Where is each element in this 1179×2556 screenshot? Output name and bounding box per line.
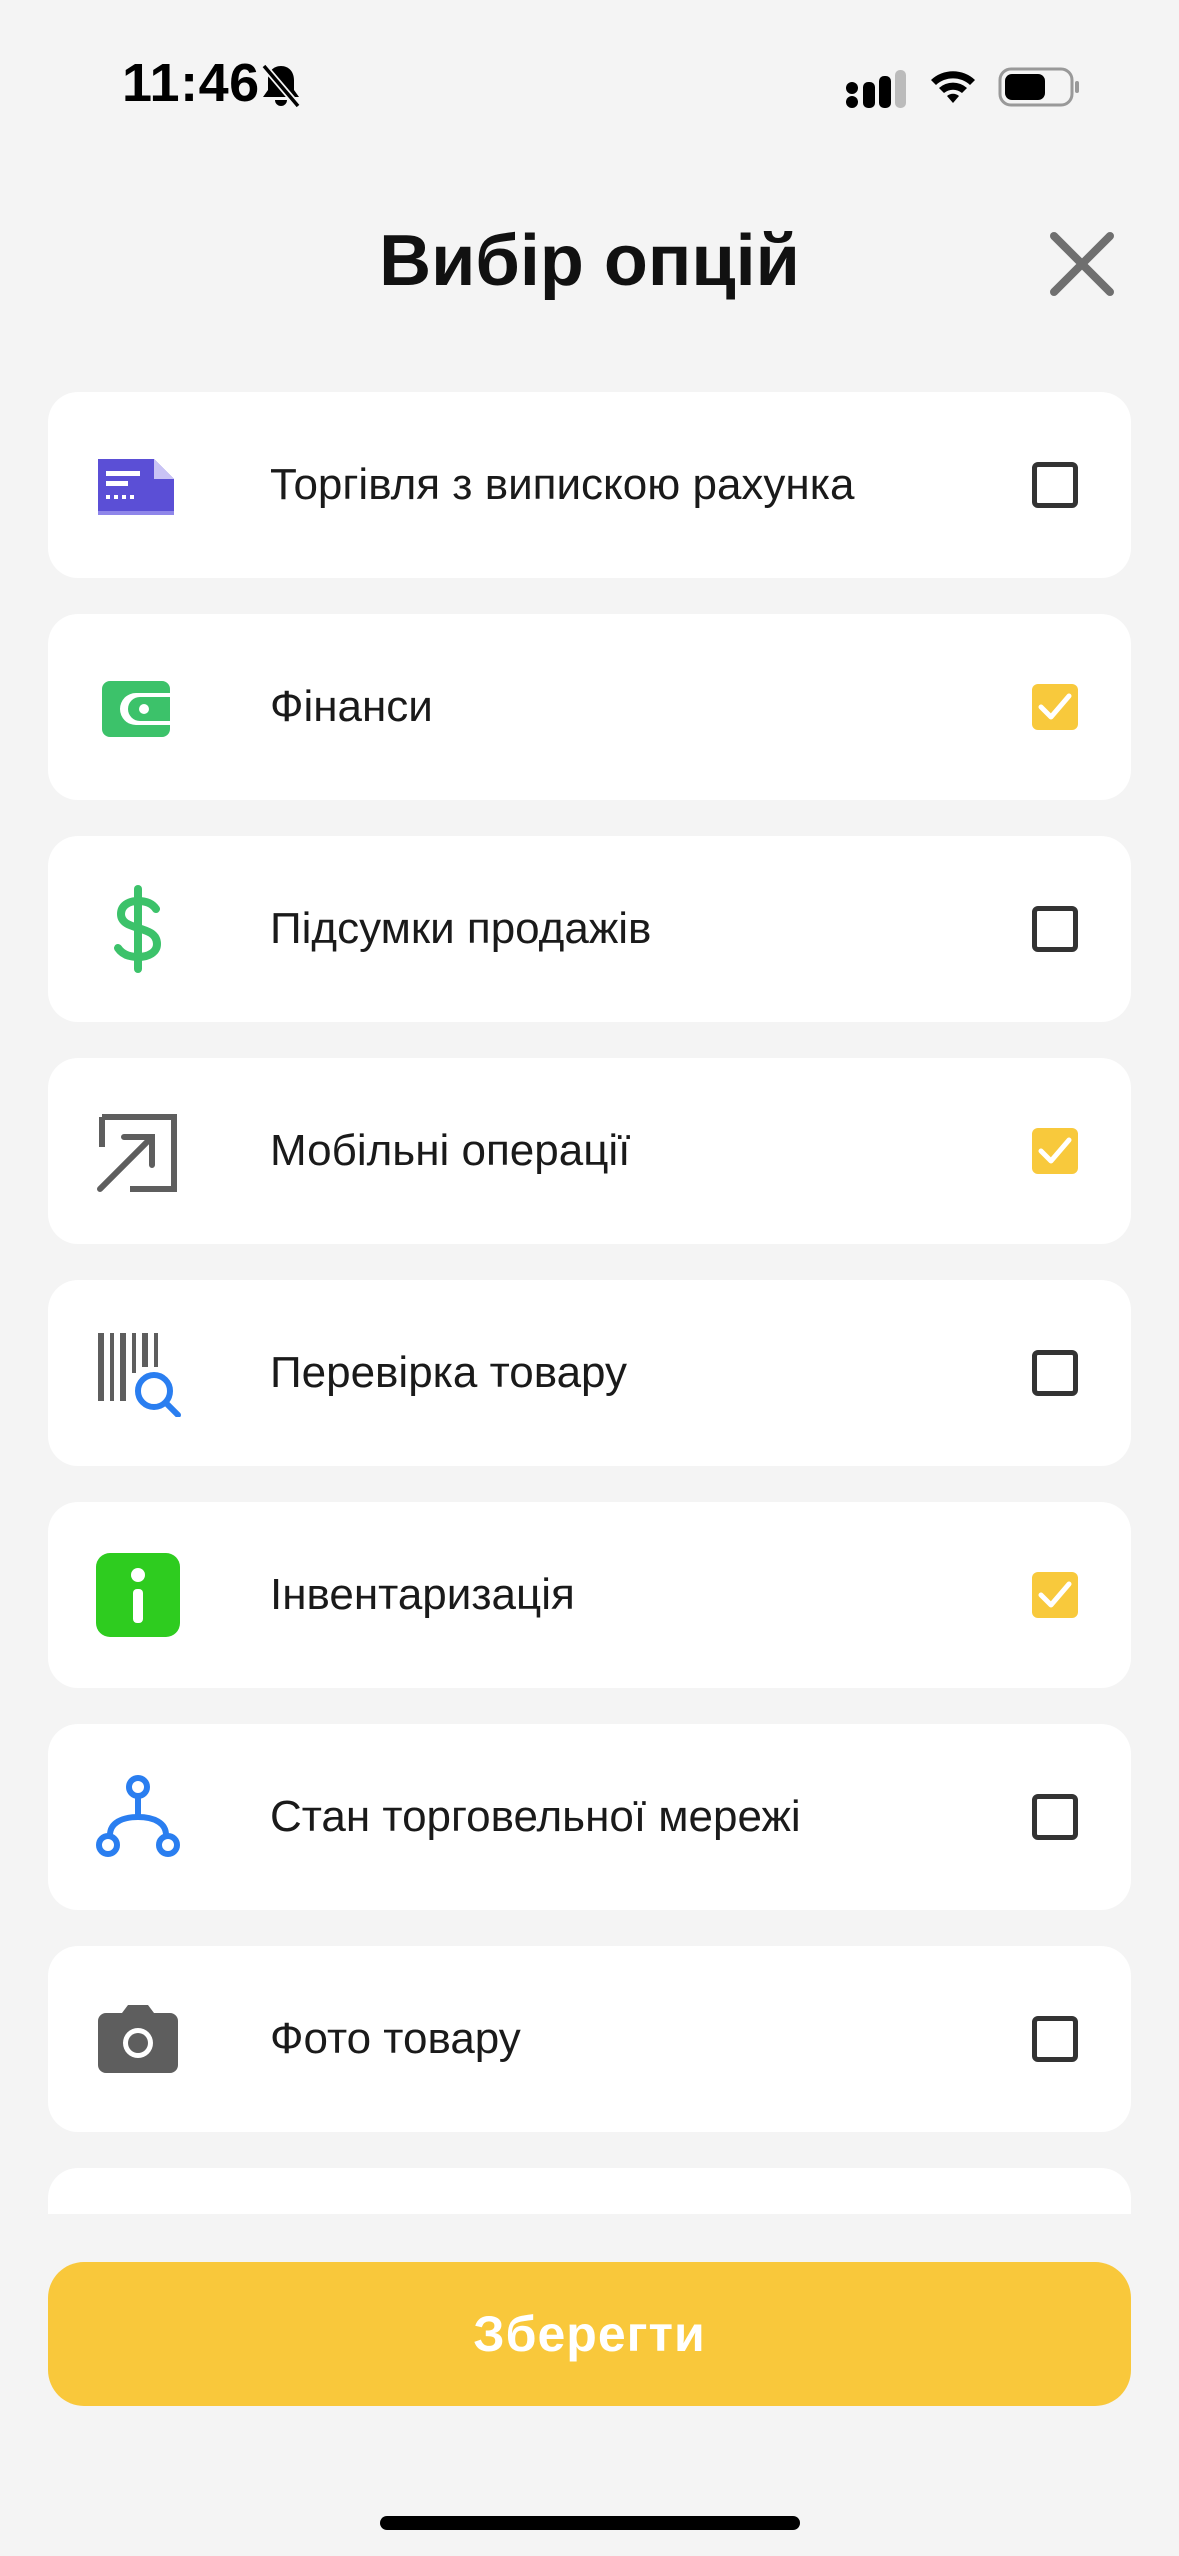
option-checkbox[interactable] [1032, 684, 1078, 730]
status-time: 11:46 [122, 53, 260, 113]
option-item-sales-summary[interactable]: Підсумки продажів [48, 836, 1131, 1022]
checkmark-icon [1038, 1581, 1072, 1608]
option-checkbox[interactable] [1032, 1128, 1078, 1174]
close-icon[interactable] [1046, 228, 1118, 300]
option-checkbox[interactable] [1032, 906, 1078, 952]
option-checkbox[interactable] [1032, 1572, 1078, 1618]
option-label: Перевірка товару [270, 1348, 628, 1397]
option-item-product-photo[interactable]: Фото товару [48, 1946, 1131, 2132]
external-arrow-icon [97, 1114, 177, 1192]
option-label: Торгівля з випискою рахунка [270, 460, 855, 509]
option-label: Підсумки продажів [270, 904, 652, 953]
option-item-product-check[interactable]: Перевірка товару [48, 1280, 1131, 1466]
option-checkbox[interactable] [1032, 1794, 1078, 1840]
option-item-network-status[interactable]: Стан торговельної мережі [48, 1724, 1131, 1910]
option-item-inventory[interactable]: Інвентаризація [48, 1502, 1131, 1688]
option-checkbox[interactable] [1032, 2016, 1078, 2062]
invoice-icon [98, 459, 174, 515]
checkmark-icon [1038, 1137, 1072, 1164]
info-icon [96, 1553, 180, 1637]
option-item-partial[interactable] [48, 2168, 1131, 2214]
network-icon [96, 1775, 180, 1857]
option-item-mobile-operations[interactable]: Мобільні операції [48, 1058, 1131, 1244]
option-label: Мобільні операції [270, 1126, 631, 1175]
option-label: Стан торговельної мережі [270, 1792, 801, 1841]
option-label: Фінанси [270, 682, 433, 731]
option-checkbox[interactable] [1032, 1350, 1078, 1396]
option-label: Інвентаризація [270, 1570, 575, 1619]
page-title: Вибір опцій [379, 221, 800, 301]
signal-icon [846, 70, 906, 108]
save-button[interactable]: Зберегти [48, 2262, 1131, 2406]
option-label: Фото товару [270, 2014, 521, 2063]
screen: 11:46 Вибір опцій Торгівля з випискою ра… [0, 0, 1179, 2556]
barcode-search-icon [98, 1333, 181, 1417]
home-indicator[interactable] [380, 2516, 800, 2530]
dollar-icon [114, 885, 162, 973]
option-item-invoice-trade[interactable]: Торгівля з випискою рахунка [48, 392, 1131, 578]
wifi-icon [931, 71, 975, 103]
checkmark-icon [1038, 693, 1072, 720]
wallet-icon [102, 681, 170, 737]
status-bar: 11:46 [0, 0, 1179, 150]
option-item-finance[interactable]: Фінанси [48, 614, 1131, 800]
bell-slash-icon [261, 63, 301, 109]
camera-icon [98, 2005, 178, 2073]
battery-icon [998, 67, 1079, 107]
option-checkbox[interactable] [1032, 462, 1078, 508]
options-list[interactable]: Торгівля з випискою рахунка Фінанси Підс… [48, 392, 1131, 2214]
